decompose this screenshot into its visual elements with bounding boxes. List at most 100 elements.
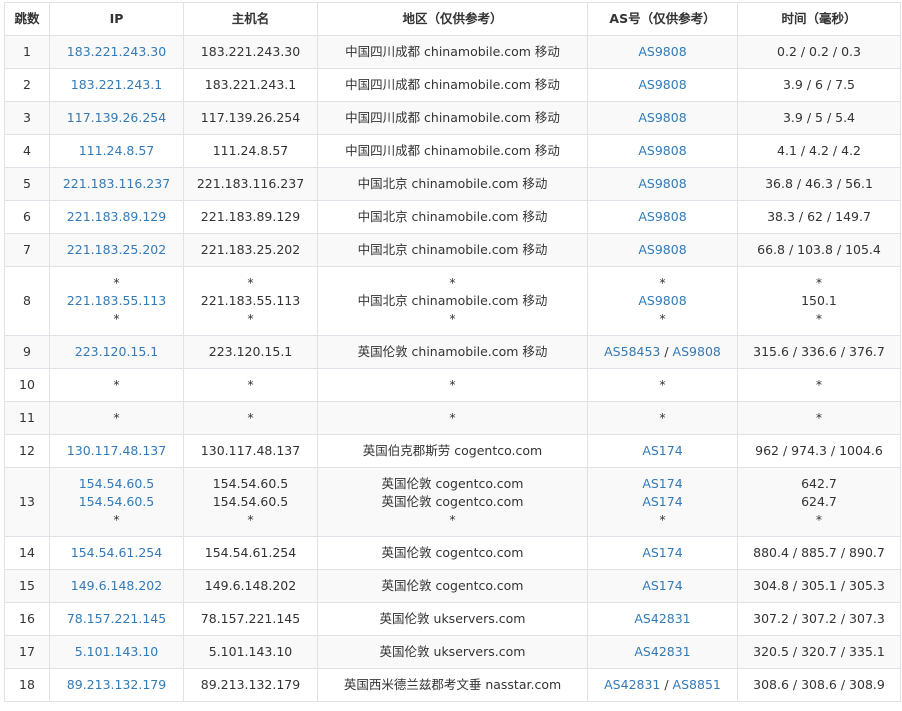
asn-link[interactable]: AS174 bbox=[642, 545, 682, 560]
ip-link[interactable]: 221.183.116.237 bbox=[54, 175, 179, 193]
region-cell: 英国伦敦 cogentco.com bbox=[317, 569, 588, 603]
asn-link[interactable]: AS42831 bbox=[604, 677, 660, 692]
timeout-marker: * bbox=[113, 311, 120, 326]
asn-cell: AS9808 bbox=[587, 233, 738, 267]
hop-cell: 8 bbox=[4, 266, 50, 336]
hostname-text: 5.101.143.10 bbox=[208, 644, 293, 659]
latency-text: 36.8 / 46.3 / 56.1 bbox=[765, 176, 873, 191]
region-cell: 中国北京 chinamobile.com 移动 bbox=[317, 200, 588, 234]
ip-link[interactable]: 78.157.221.145 bbox=[54, 610, 179, 628]
asn-link[interactable]: AS9808 bbox=[638, 44, 686, 59]
ip-link[interactable]: 223.120.15.1 bbox=[54, 343, 179, 361]
asn-link[interactable]: AS174 bbox=[642, 443, 682, 458]
ip-link[interactable]: 130.117.48.137 bbox=[54, 442, 179, 460]
ip-cell: 183.221.243.30 bbox=[49, 35, 184, 69]
asn-cell: AS9808 bbox=[587, 134, 738, 168]
region-cell: 英国伦敦 cogentco.com bbox=[317, 536, 588, 570]
latency-text: 3.9 / 6 / 7.5 bbox=[782, 77, 856, 92]
asn-cell: AS174 bbox=[587, 569, 738, 603]
asn-link[interactable]: AS9808 bbox=[638, 110, 686, 125]
ip-link[interactable]: 221.183.25.202 bbox=[54, 241, 179, 259]
asn-link[interactable]: AS9808 bbox=[638, 143, 686, 158]
hop-cell: 2 bbox=[4, 68, 50, 102]
table-row: 2 183.221.243.1 183.221.243.1 中国四川成都 chinam… bbox=[4, 68, 901, 102]
asn-line: * bbox=[592, 310, 733, 328]
asn-cell: AS42831 / AS8851 bbox=[587, 668, 738, 702]
hostname-cell: 89.213.132.179 bbox=[183, 668, 318, 702]
asn-link[interactable]: AS42831 bbox=[634, 611, 690, 626]
asn-line: * bbox=[592, 511, 733, 529]
asn-link[interactable]: AS8851 bbox=[673, 677, 721, 692]
asn-line: * bbox=[592, 409, 733, 427]
ip-link[interactable]: 221.183.55.113 bbox=[54, 292, 179, 310]
latency-text: 308.6 / 308.6 / 308.9 bbox=[753, 677, 885, 692]
latency-text: 320.5 / 320.7 / 335.1 bbox=[753, 644, 885, 659]
asn-link[interactable]: AS9808 bbox=[638, 77, 686, 92]
ip-link[interactable]: 5.101.143.10 bbox=[54, 643, 179, 661]
asn-cell: * AS9808 * bbox=[587, 266, 738, 336]
latency-text: 0.2 / 0.2 / 0.3 bbox=[777, 44, 861, 59]
ip-link[interactable]: 183.221.243.30 bbox=[54, 43, 179, 61]
time-cell: * bbox=[737, 368, 901, 402]
ip-link[interactable]: 154.54.60.5 bbox=[54, 475, 179, 493]
asn-line: AS174 bbox=[592, 493, 733, 511]
timeout-marker: * bbox=[449, 512, 456, 527]
table-row: 3 117.139.26.254 117.139.26.254 中国四川成都 chin… bbox=[4, 101, 901, 135]
timeout-marker: * bbox=[247, 410, 254, 425]
timeout-marker: * bbox=[247, 512, 254, 527]
hop-cell: 4 bbox=[4, 134, 50, 168]
asn-link[interactable]: AS9808 bbox=[638, 209, 686, 224]
region-text: 中国四川成都 chinamobile.com 移动 bbox=[345, 110, 560, 125]
asn-link[interactable]: AS9808 bbox=[673, 344, 721, 359]
asn-link[interactable]: AS58453 bbox=[604, 344, 660, 359]
ip-link[interactable]: 183.221.243.1 bbox=[54, 76, 179, 94]
asn-link[interactable]: AS9808 bbox=[638, 242, 686, 257]
ip-link[interactable]: 117.139.26.254 bbox=[54, 109, 179, 127]
asn-link[interactable]: AS9808 bbox=[638, 176, 686, 191]
table-row: 1 183.221.243.30 183.221.243.30 中国四川成都 chin… bbox=[4, 35, 901, 69]
region-text: 中国北京 chinamobile.com 移动 bbox=[357, 242, 548, 257]
header-asn: AS号（仅供参考） bbox=[587, 2, 738, 36]
hop-cell: 6 bbox=[4, 200, 50, 234]
hostname-text: 221.183.55.113 bbox=[200, 293, 301, 308]
asn-link[interactable]: AS174 bbox=[642, 494, 682, 509]
asn-line: AS42831 bbox=[592, 610, 733, 628]
ip-link[interactable]: 154.54.60.5 bbox=[54, 493, 179, 511]
ip-link[interactable]: 149.6.148.202 bbox=[54, 577, 179, 595]
hostname-cell: 154.54.60.5 154.54.60.5 * bbox=[183, 467, 318, 537]
ip-link[interactable]: 111.24.8.57 bbox=[54, 142, 179, 160]
asn-line: AS58453 / AS9808 bbox=[592, 343, 733, 361]
asn-link[interactable]: AS174 bbox=[642, 578, 682, 593]
region-text: 英国伦敦 chinamobile.com 移动 bbox=[357, 344, 548, 359]
time-cell: 320.5 / 320.7 / 335.1 bbox=[737, 635, 901, 669]
hostname-text: 183.221.243.1 bbox=[204, 77, 297, 92]
time-cell: 642.7 624.7 * bbox=[737, 467, 901, 537]
asn-cell: AS9808 bbox=[587, 68, 738, 102]
hostname-cell: 221.183.116.237 bbox=[183, 167, 318, 201]
time-cell: 4.1 / 4.2 / 4.2 bbox=[737, 134, 901, 168]
time-cell: * bbox=[737, 401, 901, 435]
ip-cell: 221.183.89.129 bbox=[49, 200, 184, 234]
ip-cell: * bbox=[49, 368, 184, 402]
hostname-cell: 111.24.8.57 bbox=[183, 134, 318, 168]
asn-line: AS9808 bbox=[592, 76, 733, 94]
asn-cell: AS9808 bbox=[587, 35, 738, 69]
hostname-text: 117.139.26.254 bbox=[200, 110, 301, 125]
hop-cell: 12 bbox=[4, 434, 50, 468]
ip-link[interactable]: 221.183.89.129 bbox=[54, 208, 179, 226]
time-cell: * 150.1 * bbox=[737, 266, 901, 336]
ip-link[interactable]: 154.54.61.254 bbox=[54, 544, 179, 562]
asn-link[interactable]: AS174 bbox=[642, 476, 682, 491]
hop-cell: 13 bbox=[4, 467, 50, 537]
hostname-text: 221.183.116.237 bbox=[196, 176, 305, 191]
ip-link[interactable]: 89.213.132.179 bbox=[54, 676, 179, 694]
hop-cell: 3 bbox=[4, 101, 50, 135]
ip-cell: 130.117.48.137 bbox=[49, 434, 184, 468]
timeout-marker: * bbox=[659, 275, 666, 290]
hostname-cell: * bbox=[183, 401, 318, 435]
region-text: 中国北京 chinamobile.com 移动 bbox=[357, 293, 548, 308]
asn-link[interactable]: AS9808 bbox=[638, 293, 686, 308]
region-cell: 英国伦敦 ukservers.com bbox=[317, 635, 588, 669]
asn-cell: * bbox=[587, 401, 738, 435]
asn-link[interactable]: AS42831 bbox=[634, 644, 690, 659]
